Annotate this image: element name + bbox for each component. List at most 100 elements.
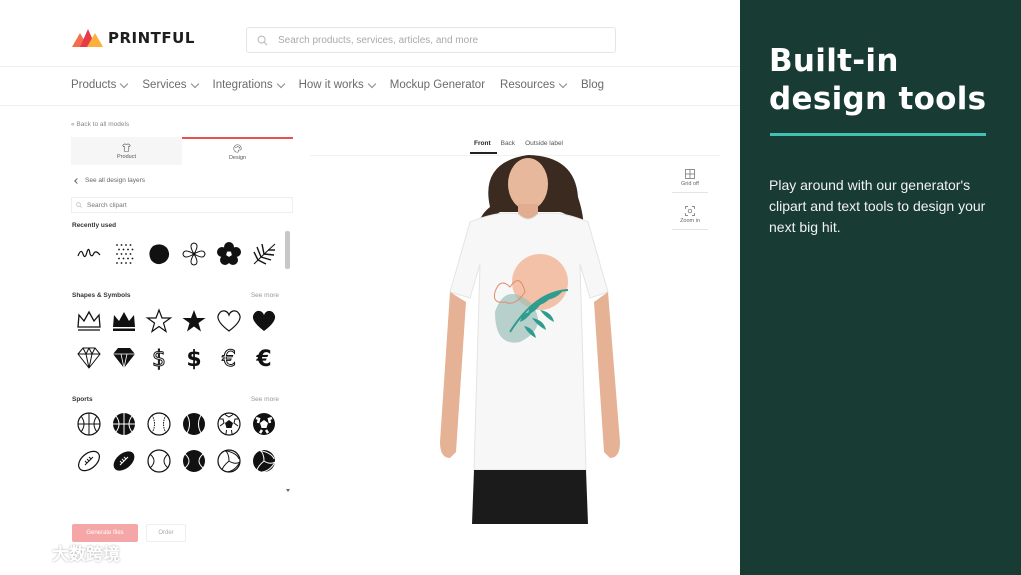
search-icon [76,202,82,208]
tab-design-label: Design [228,154,247,161]
clipart-item[interactable] [141,238,176,270]
nav-item-resources[interactable]: Resources [500,79,568,91]
clipart-item[interactable] [106,342,141,374]
section-title-recent: Recently used [72,222,117,229]
scroll-down-arrow-icon[interactable] [286,489,290,492]
clipart-item[interactable] [71,238,106,270]
clipart-item[interactable] [246,305,281,337]
palette-icon [233,143,242,153]
clipart-item[interactable] [211,305,246,337]
tennis-ball-outline-icon [146,449,171,473]
soccer-ball-outline-icon [216,412,241,436]
main-nav: Products Services Integrations How it works… [0,66,740,106]
logo-mountains-icon [72,29,103,47]
clipart-item[interactable] [246,238,281,270]
svg-text:€: € [222,347,236,372]
clipart-item[interactable] [141,445,176,477]
nav-item-products[interactable]: Products [71,79,129,91]
flower-icon [216,242,241,265]
clipart-item[interactable] [106,408,141,440]
tshirt-icon [122,142,131,152]
site-search[interactable] [246,27,616,53]
clipart-item[interactable] [176,305,211,337]
dollar-icon: $ [186,347,201,372]
clipart-item[interactable] [176,408,211,440]
euro-icon: € [255,347,271,372]
shapes-see-more-link[interactable]: See more [251,292,279,299]
baseball-icon [182,413,205,435]
sports-see-more-link[interactable]: See more [251,396,279,403]
diamond-outline-icon [76,347,101,369]
tab-product[interactable]: Product [71,137,182,165]
search-input[interactable] [278,34,598,46]
clipart-item[interactable] [211,445,246,477]
clipart-item[interactable] [211,408,246,440]
nav-item-label: Blog [581,79,605,91]
clipart-item[interactable] [71,305,106,337]
clipart-item[interactable] [106,238,141,270]
volleyball-outline-icon [216,449,241,473]
clipart-item[interactable] [71,342,106,374]
chevron-down-icon [276,79,285,88]
grid-toggle-label: Grid off [681,180,699,187]
shapes-clipart-row: $ $ € € [71,342,281,374]
nav-item-integrations[interactable]: Integrations [212,79,285,91]
nav-item-label: Integrations [212,79,273,91]
clipart-item[interactable] [106,445,141,477]
tab-design[interactable]: Design [182,137,293,165]
scrollbar-thumb[interactable] [285,231,290,269]
clipart-item[interactable] [141,408,176,440]
soccer-ball-icon [252,413,275,435]
chevron-down-icon [367,79,377,88]
dollar-outline-icon: $ [151,347,166,373]
clipart-item[interactable]: € [246,342,281,374]
design-layers-link[interactable]: See all design layers [74,177,145,184]
order-button[interactable]: Order [146,524,186,542]
design-layers-label: See all design layers [85,177,145,184]
watermark: 大数跨境 [6,540,120,565]
nav-item-services[interactable]: Services [142,79,199,91]
crown-outline-icon [76,310,101,331]
clipart-item[interactable]: € [211,342,246,374]
nav-item-label: Resources [500,79,556,91]
grid-toggle-button[interactable]: Grid off [672,163,708,193]
printful-logo[interactable]: PRINTFUL [72,29,195,47]
baseball-outline-icon [146,412,171,436]
clipart-item[interactable]: $ [141,342,176,374]
nav-item-blog[interactable]: Blog [581,79,604,91]
zoom-in-label: Zoom in [680,217,700,224]
panel-scrollbar[interactable] [285,227,291,492]
clipart-item[interactable] [176,238,211,270]
clipart-search[interactable] [71,197,293,213]
clipart-item[interactable] [141,305,176,337]
clipart-item[interactable] [71,445,106,477]
clipart-item[interactable] [246,445,281,477]
nav-item-how-it-works[interactable]: How it works [299,79,377,91]
back-to-models-link[interactable]: « Back to all models [71,121,129,128]
sports-clipart-row [71,445,281,477]
watermark-logo-icon [7,543,41,562]
clipart-search-input[interactable] [87,201,267,209]
dots-pattern-icon [115,244,133,264]
clipart-item[interactable]: $ [176,342,211,374]
section-title-shapes: Shapes & Symbols [72,292,131,299]
clipart-item[interactable] [211,238,246,270]
clipart-item[interactable] [176,445,211,477]
clipart-item[interactable] [106,305,141,337]
section-title-sports: Sports [72,396,93,403]
banner-title: Built-in design tools [769,43,987,117]
football-icon [113,451,134,471]
watermark-text: 大数跨境 [52,545,120,564]
chevron-down-icon [558,79,568,88]
svg-text:$: $ [152,347,166,372]
nav-item-mockup-generator[interactable]: Mockup Generator [390,79,485,91]
promo-banner: Built-in design tools Play around with o… [740,0,1021,575]
clipart-item[interactable] [71,408,106,440]
blob-icon [148,244,169,265]
clipart-item[interactable] [246,408,281,440]
volleyball-icon [252,450,275,473]
chevron-down-icon [120,79,129,88]
basketball-outline-icon [76,412,101,436]
zoom-in-button[interactable]: Zoom in [672,200,708,230]
tab-product-label: Product [117,153,136,160]
